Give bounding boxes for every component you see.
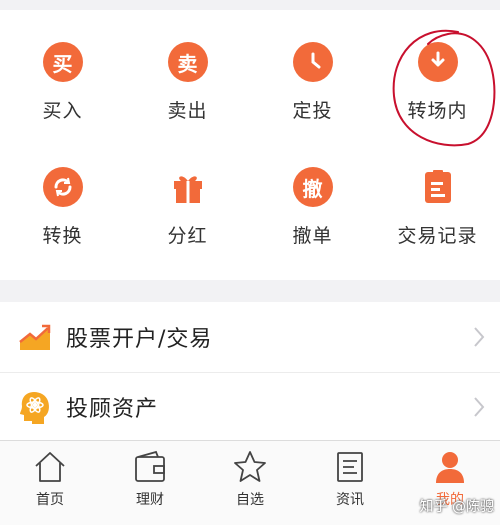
- list-item-stock-account[interactable]: 股票开户/交易: [0, 302, 500, 372]
- grid-item-label: 定投: [292, 100, 333, 122]
- star-icon: [234, 451, 266, 482]
- tab-wealth[interactable]: 理财: [100, 441, 200, 525]
- grid-item-sell[interactable]: 卖 卖出: [125, 10, 250, 135]
- chevron-right-icon: [474, 327, 485, 347]
- tab-news[interactable]: 资讯: [300, 441, 400, 525]
- tab-label: 我的: [436, 492, 464, 508]
- tab-label: 理财: [136, 492, 164, 508]
- cancel-order-icon: 撤: [292, 167, 333, 207]
- chevron-right-icon: [474, 397, 485, 417]
- list-item-label: 股票开户/交易: [66, 327, 213, 352]
- gift-icon: [168, 167, 208, 207]
- tab-home[interactable]: 首页: [0, 441, 100, 525]
- wallet-icon: [135, 450, 165, 482]
- refresh-icon: [42, 167, 83, 207]
- grid-item-buy[interactable]: 买 买入: [0, 10, 125, 135]
- tab-watchlist[interactable]: 自选: [200, 441, 300, 525]
- grid-item-dividend[interactable]: 分红: [125, 135, 250, 260]
- tab-label: 资讯: [336, 492, 364, 508]
- tab-mine[interactable]: 我的: [400, 441, 500, 525]
- list-item-advisory-assets[interactable]: 投顾资产: [0, 372, 500, 442]
- grid-item-label: 交易记录: [397, 225, 478, 247]
- grid-item-fixed-investment[interactable]: 定投: [250, 10, 375, 135]
- clock-icon: [292, 42, 333, 82]
- document-icon: [418, 167, 458, 207]
- tab-label: 自选: [236, 492, 264, 508]
- tab-label: 首页: [36, 492, 64, 508]
- sell-icon: 卖: [167, 42, 208, 82]
- grid-item-transfer-to-exchange[interactable]: 转场内: [375, 10, 500, 135]
- grid-item-cancel-order[interactable]: 撤 撤单: [250, 135, 375, 260]
- person-icon: [436, 452, 464, 483]
- grid-item-label: 转场内: [407, 100, 468, 122]
- grid-item-label: 转换: [42, 225, 83, 247]
- home-icon: [35, 452, 65, 482]
- bottom-tab-bar: 首页 理财 自选 资讯 我的: [0, 440, 500, 525]
- action-grid: 买 买入 卖 卖出 定投 转场内 转换 分红 撤 撤单 交易记录: [0, 10, 500, 280]
- download-arrow-icon: [417, 42, 458, 82]
- grid-item-trade-records[interactable]: 交易记录: [375, 135, 500, 260]
- grid-item-label: 撤单: [292, 225, 333, 247]
- top-strip: [0, 0, 500, 10]
- news-icon: [337, 452, 363, 482]
- grid-item-label: 卖出: [167, 100, 208, 122]
- grid-item-convert[interactable]: 转换: [0, 135, 125, 260]
- list-divider: [0, 372, 500, 373]
- trend-chart-icon: [19, 324, 51, 350]
- advisor-brain-icon: [20, 392, 49, 424]
- grid-item-label: 买入: [42, 100, 83, 122]
- grid-item-label: 分红: [167, 225, 208, 247]
- buy-icon: 买: [42, 42, 83, 82]
- list-item-label: 投顾资产: [66, 397, 159, 422]
